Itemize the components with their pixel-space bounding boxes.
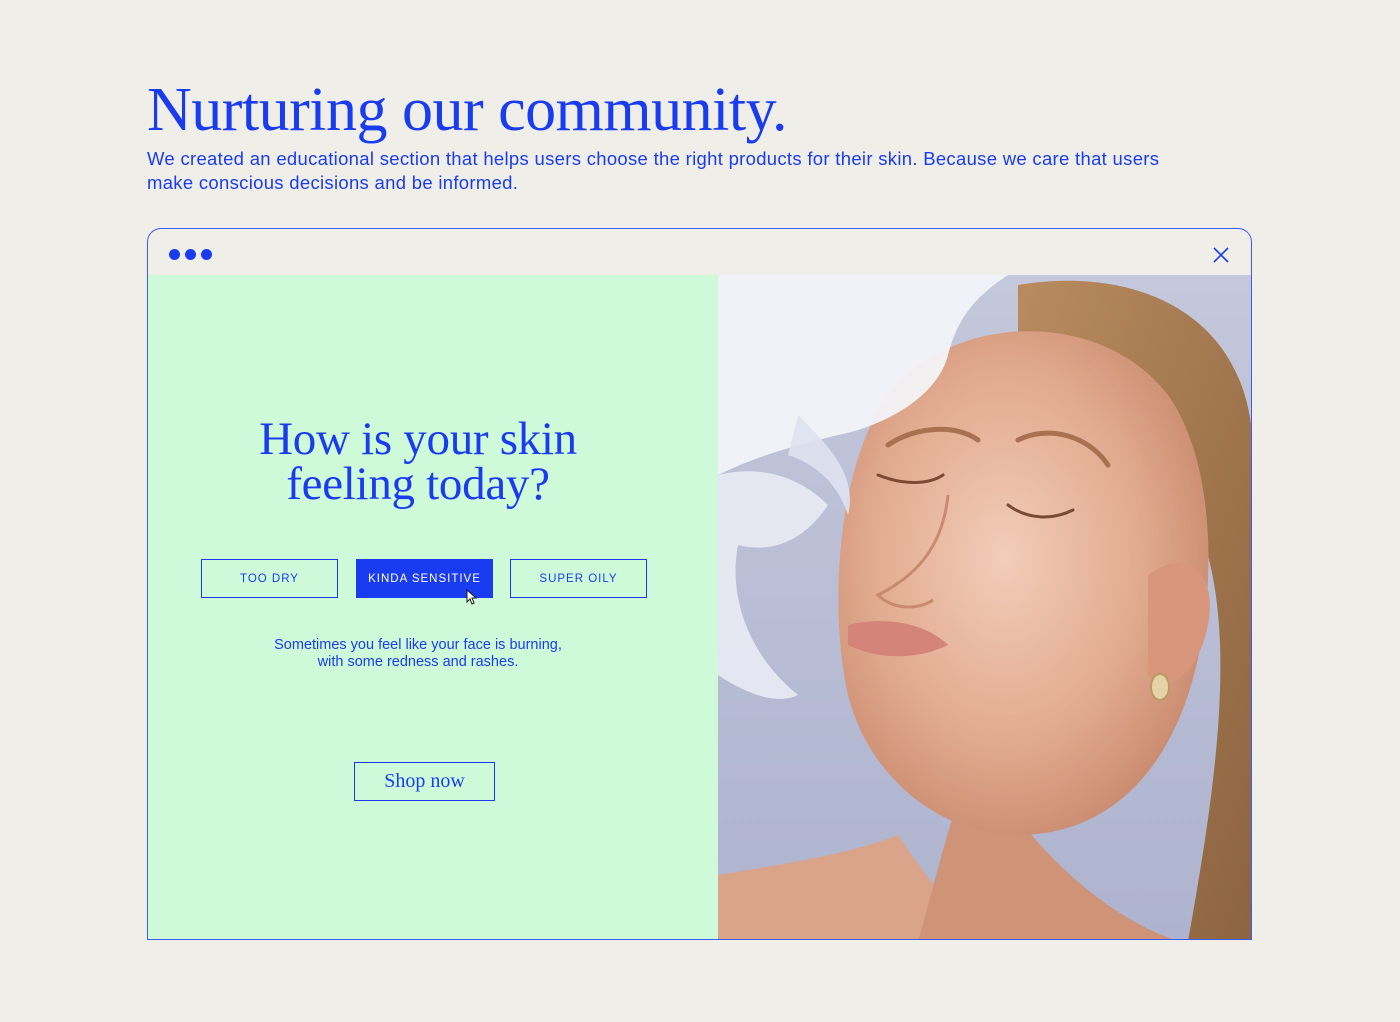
window-titlebar (148, 229, 1251, 275)
page-title: Nurturing our community. (147, 76, 788, 144)
option-description-line-1: Sometimes you feel like your face is bur… (274, 637, 562, 653)
browser-window: How is your skin feeling today? TOO DRY … (147, 228, 1252, 940)
option-description-line-2: with some redness and rashes. (317, 654, 519, 670)
intro-text: We created an educational section that h… (147, 148, 1160, 193)
mouse-cursor-icon (466, 589, 478, 605)
shop-now-button[interactable]: Shop now (354, 762, 495, 801)
model-photo (718, 275, 1251, 939)
option-description: Sometimes you feel like your face is bur… (148, 637, 688, 671)
quiz-panel: How is your skin feeling today? TOO DRY … (148, 275, 718, 939)
option-super-oily-button[interactable]: SUPER OILY (510, 559, 647, 598)
quiz-question-line-2: feeling today? (286, 458, 550, 510)
quiz-question-line-1: How is your skin (259, 413, 577, 465)
quiz-question: How is your skin feeling today? (148, 413, 688, 510)
close-icon[interactable] (1211, 245, 1231, 265)
option-too-dry-button[interactable]: TOO DRY (201, 559, 338, 598)
